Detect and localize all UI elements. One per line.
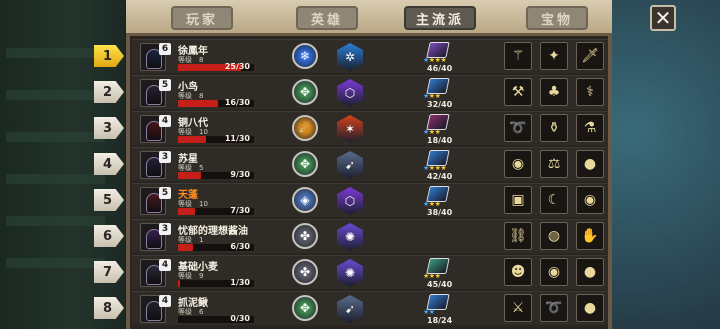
treasure-slot[interactable]: ◍ xyxy=(540,222,568,250)
treasure-slot[interactable]: ▣ xyxy=(504,186,532,214)
treasure-slot[interactable]: ⚗ xyxy=(576,114,604,142)
star-level-badge: 4 xyxy=(159,295,171,307)
health-text: 0/30 xyxy=(230,314,250,323)
treasure-slot[interactable]: ⚖ xyxy=(540,150,568,178)
star-level-badge: 4 xyxy=(159,259,171,271)
treasure-slot[interactable]: ● xyxy=(576,150,604,178)
book-progress-text: 45/40 xyxy=(427,280,453,289)
treasure-slot[interactable]: ➰ xyxy=(504,114,532,142)
hero-skill-icon[interactable]: ✤ xyxy=(292,223,318,249)
faction-skill-icon[interactable]: ⬡ xyxy=(337,79,363,107)
faction-skill-icon[interactable]: ✺ xyxy=(337,259,363,287)
player-row[interactable]: 5 天蓬 等级 10 7/30 ◈ ⬡ ★★★ 38/40 ▣ ☾ ◉ xyxy=(132,183,608,217)
book-progress-text: 38/40 xyxy=(427,208,453,217)
treasure-slot[interactable]: ☾ xyxy=(540,186,568,214)
close-button[interactable]: ✕ xyxy=(650,5,676,31)
player-row[interactable]: 4 铜八代 等级 10 11/30 ☄ ✶ ★★★ 18/40 ➰ ⚱ ⚗ xyxy=(132,111,608,145)
health-bar: 0/30 xyxy=(178,314,254,323)
book-progress-text: 18/24 xyxy=(427,316,453,325)
hero-skill-icon[interactable]: ☄ xyxy=(292,115,318,141)
treasure-slot[interactable]: ◉ xyxy=(504,150,532,178)
health-bar: 16/30 xyxy=(178,98,254,107)
hero-skill-icon[interactable]: ✥ xyxy=(292,79,318,105)
health-text: 9/30 xyxy=(230,170,250,179)
health-bar: 25/30 xyxy=(178,62,254,71)
health-text: 1/30 xyxy=(230,278,250,287)
book-progress-text: 42/40 xyxy=(427,172,453,181)
treasure-slot[interactable]: ⚚ xyxy=(504,42,532,70)
treasure-slot[interactable]: ✋ xyxy=(576,222,604,250)
health-bar: 1/30 xyxy=(178,278,254,287)
book-progress-text: 46/40 xyxy=(427,64,453,73)
treasure-slot[interactable]: ☻ xyxy=(504,258,532,286)
star-level-badge: 3 xyxy=(159,223,171,235)
health-text: 16/30 xyxy=(224,98,250,107)
treasure-slot[interactable]: ⛓ xyxy=(504,222,532,250)
treasure-slot[interactable]: ◉ xyxy=(576,186,604,214)
book-stars: ★★★ xyxy=(423,200,441,208)
treasure-slot[interactable]: ✦ xyxy=(540,42,568,70)
treasure-slot[interactable]: ⚔ xyxy=(504,294,532,322)
hero-skill-icon[interactable]: ◈ xyxy=(292,187,318,213)
book-stars: ★★★ xyxy=(423,272,441,280)
treasure-slot[interactable]: ⚒ xyxy=(504,78,532,106)
health-bar: 9/30 xyxy=(178,170,254,179)
tab-players[interactable]: 玩家 xyxy=(171,6,233,30)
hero-skill-icon[interactable]: ❄ xyxy=(292,43,318,69)
treasure-slot[interactable]: ⚱ xyxy=(540,114,568,142)
tab-heroes[interactable]: 英雄 xyxy=(296,6,358,30)
faction-skill-icon[interactable]: ➹ xyxy=(337,295,363,323)
player-row[interactable]: 5 小鸟 等级 8 16/30 ✥ ⬡ ★★★ 32/40 ⚒ ♣ ⚕ xyxy=(132,75,608,109)
treasure-slot[interactable]: ● xyxy=(576,294,604,322)
star-level-badge: 6 xyxy=(159,43,171,55)
star-level-badge: 4 xyxy=(159,115,171,127)
health-bar: 6/30 xyxy=(178,242,254,251)
book-progress-text: 18/40 xyxy=(427,136,453,145)
health-text: 11/30 xyxy=(224,134,250,143)
health-bar: 11/30 xyxy=(178,134,254,143)
treasure-slot[interactable]: ⚕ xyxy=(576,78,604,106)
treasure-slot[interactable]: ♣ xyxy=(540,78,568,106)
book-stars: ★★★ xyxy=(423,128,441,136)
tab-bar: 玩家 英雄 主流派 宝物 xyxy=(126,0,612,36)
book-stars: ★★ xyxy=(423,308,435,316)
book-stars: ★★★★ xyxy=(423,164,447,172)
book-progress-text: 32/40 xyxy=(427,100,453,109)
hero-skill-icon[interactable]: ✥ xyxy=(292,295,318,321)
hero-skill-icon[interactable]: ✥ xyxy=(292,151,318,177)
player-row[interactable]: 6 徐鳳年 等级 8 25/30 ❄ ✲ ★★★★ 46/40 ⚚ ✦ 🗡 xyxy=(132,39,608,73)
player-row[interactable]: 4 基础小麦 等级 9 1/30 ✤ ✺ ★★★ 45/40 ☻ ◉ ● xyxy=(132,255,608,289)
book-stars: ★★★ xyxy=(423,92,441,100)
player-row[interactable]: 3 忧郁的理想酱油 等级 1 6/30 ✤ ✺ ⛓ ◍ ✋ xyxy=(132,219,608,253)
health-text: 25/30 xyxy=(224,62,250,71)
faction-skill-icon[interactable]: ✶ xyxy=(337,115,363,143)
faction-skill-icon[interactable]: ✲ xyxy=(337,43,363,71)
health-text: 6/30 xyxy=(230,242,250,251)
treasure-slot[interactable]: ● xyxy=(576,258,604,286)
player-row[interactable]: 3 苏星 等级 5 9/30 ✥ ➹ ★★★★ 42/40 ◉ ⚖ ● xyxy=(132,147,608,181)
faction-skill-icon[interactable]: ✺ xyxy=(337,223,363,251)
treasure-slot[interactable]: 🗡 xyxy=(576,42,604,70)
faction-skill-icon[interactable]: ➹ xyxy=(337,151,363,179)
star-level-badge: 3 xyxy=(159,151,171,163)
player-row[interactable]: 4 抓泥鳅 等级 6 0/30 ✥ ➹ ★★ 18/24 ⚔ ➰ ● xyxy=(132,291,608,325)
faction-skill-icon[interactable]: ⬡ xyxy=(337,187,363,215)
treasure-slot[interactable]: ◉ xyxy=(540,258,568,286)
tab-treasures[interactable]: 宝物 xyxy=(526,6,588,30)
hero-skill-icon[interactable]: ✤ xyxy=(292,259,318,285)
tab-mainstream[interactable]: 主流派 xyxy=(404,6,476,30)
star-level-badge: 5 xyxy=(159,187,171,199)
treasure-slot[interactable]: ➰ xyxy=(540,294,568,322)
star-level-badge: 5 xyxy=(159,79,171,91)
health-bar: 7/30 xyxy=(178,206,254,215)
health-text: 7/30 xyxy=(230,206,250,215)
book-stars: ★★★★ xyxy=(423,56,447,64)
